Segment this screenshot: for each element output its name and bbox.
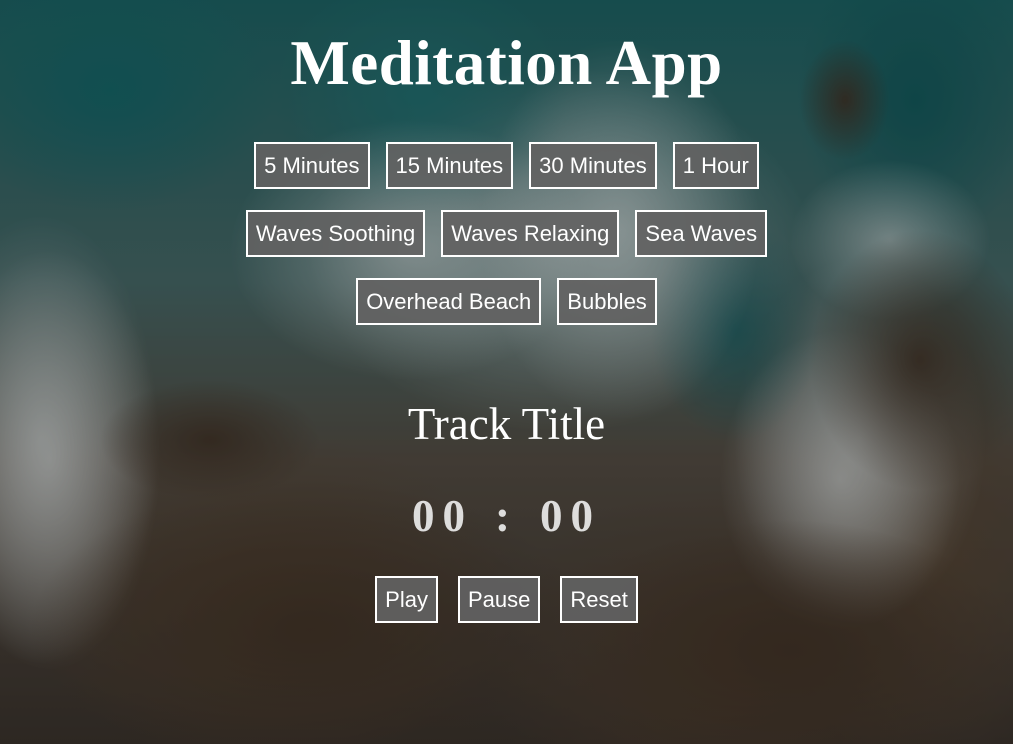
app-title: Meditation App xyxy=(290,28,723,98)
meditation-app: Meditation App 5 Minutes 15 Minutes 30 M… xyxy=(0,0,1013,744)
sound-selector-row-2: Overhead Beach Bubbles xyxy=(0,278,1013,325)
duration-1-hour-button[interactable]: 1 Hour xyxy=(672,142,759,189)
timer-separator: : xyxy=(495,491,518,541)
timer-display: 00:00 xyxy=(0,490,1013,542)
play-button[interactable]: Play xyxy=(375,576,438,623)
reset-button[interactable]: Reset xyxy=(560,576,638,623)
sound-sea-waves-button[interactable]: Sea Waves xyxy=(635,210,768,257)
duration-30-minutes-button[interactable]: 30 Minutes xyxy=(529,142,657,189)
playback-controls: Play Pause Reset xyxy=(0,576,1013,623)
track-title: Track Title xyxy=(407,399,606,449)
duration-15-minutes-button[interactable]: 15 Minutes xyxy=(385,142,514,189)
pause-button[interactable]: Pause xyxy=(457,576,541,623)
timer-seconds: 00 xyxy=(540,491,601,541)
duration-selector: 5 Minutes 15 Minutes 30 Minutes 1 Hour xyxy=(0,142,1013,189)
sound-waves-soothing-button[interactable]: Waves Soothing xyxy=(245,210,426,257)
duration-5-minutes-button[interactable]: 5 Minutes xyxy=(254,142,370,189)
sound-waves-relaxing-button[interactable]: Waves Relaxing xyxy=(441,210,620,257)
timer-minutes: 00 xyxy=(412,491,473,541)
sound-selector: Waves Soothing Waves Relaxing Sea Waves xyxy=(0,210,1013,257)
sound-overhead-beach-button[interactable]: Overhead Beach xyxy=(356,278,542,325)
sound-bubbles-button[interactable]: Bubbles xyxy=(557,278,657,325)
